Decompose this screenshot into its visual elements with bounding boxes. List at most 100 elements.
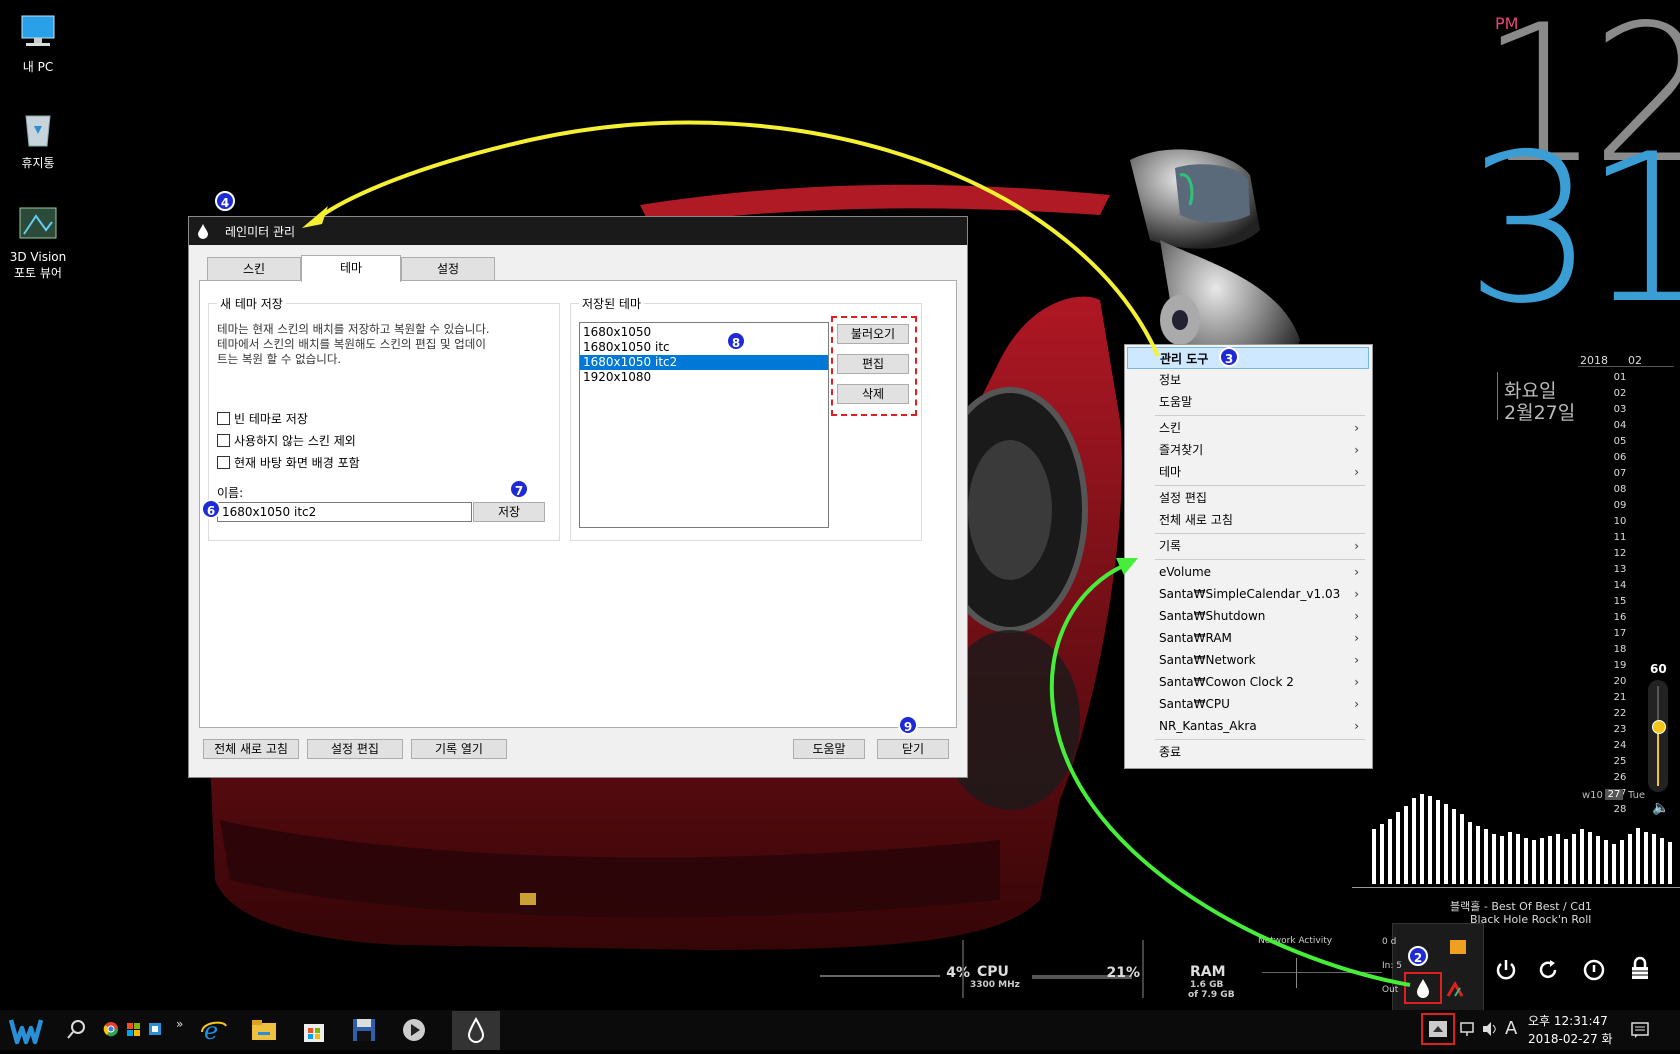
more-icon[interactable]: »	[176, 1014, 188, 1046]
calendar-day: 19	[1613, 660, 1627, 671]
calendar-today-name: Tue	[1628, 790, 1646, 801]
tab-themes[interactable]: 테마	[301, 255, 401, 282]
speaker-icon[interactable]: 🔈	[1652, 800, 1669, 816]
power-icon[interactable]	[1494, 958, 1518, 982]
restart-icon[interactable]	[1536, 958, 1560, 982]
checkbox-label: 현재 바탕 화면 배경 포함	[234, 456, 360, 470]
menu-separator	[1155, 485, 1365, 486]
tray-app-icon[interactable]	[1446, 980, 1464, 1002]
desktop-icon-label-line2: 포토 뷰어	[14, 266, 62, 280]
menu-item-favorites[interactable]: 즐겨찾기 ›	[1127, 439, 1369, 461]
settings-app-icon[interactable]	[124, 1014, 142, 1046]
file-explorer-icon[interactable]	[248, 1014, 280, 1046]
lock-icon[interactable]	[1628, 956, 1652, 982]
open-log-button[interactable]: 기록 열기	[411, 739, 507, 759]
visualizer-bar	[1588, 832, 1592, 884]
visualizer-bar	[1572, 834, 1576, 884]
menu-item-ram[interactable]: Santa₩RAM ›	[1127, 627, 1369, 649]
visualizer-bar	[1540, 838, 1544, 884]
desktop-icon-label: 내 PC	[22, 60, 54, 74]
menu-item-log[interactable]: 기록 ›	[1127, 535, 1369, 557]
calendar-day: 14	[1613, 580, 1627, 591]
menu-item-network[interactable]: Santa₩Network ›	[1127, 649, 1369, 671]
tray-rainmeter-icon[interactable]	[1404, 972, 1442, 1004]
volume-slider[interactable]	[1648, 680, 1668, 792]
network-app-icon[interactable]	[146, 1014, 164, 1046]
menu-item-simplecalendar[interactable]: Santa₩SimpleCalendar_v1.03 ›	[1127, 583, 1369, 605]
taskbar-time[interactable]: 오후 12:31:47	[1528, 1012, 1608, 1029]
desktop-icon-recycle-bin[interactable]: 휴지통	[0, 106, 78, 171]
tray-flyout-label: Out	[1382, 985, 1399, 995]
search-icon[interactable]	[64, 1014, 88, 1046]
menu-item-skins[interactable]: 스킨 ›	[1127, 417, 1369, 439]
visualizer-bar	[1452, 809, 1456, 884]
menu-item-shutdown[interactable]: Santa₩Shutdown ›	[1127, 605, 1369, 627]
visualizer-bar	[1508, 832, 1512, 884]
menu-item-cpu[interactable]: Santa₩CPU ›	[1127, 693, 1369, 715]
theme-list-item[interactable]: 1680x1050 itc	[580, 340, 828, 355]
theme-list-item[interactable]: 1680x1050	[580, 325, 828, 340]
theme-list-item-selected[interactable]: 1680x1050 itc2	[580, 355, 828, 370]
desktop-icon-3d-vision[interactable]: 3D Vision 포토 뷰어	[0, 202, 78, 281]
menu-item-evolume[interactable]: eVolume ›	[1127, 561, 1369, 583]
taskbar-date[interactable]: 2018-02-27 화	[1528, 1030, 1613, 1047]
help-button[interactable]: 도움말	[793, 739, 865, 759]
checkbox-include-wallpaper[interactable]: 현재 바탕 화면 배경 포함	[217, 454, 360, 471]
menu-item-refresh-all[interactable]: 전체 새로 고침	[1127, 509, 1369, 531]
menu-item-exit[interactable]: 종료	[1127, 741, 1369, 763]
checkbox-exclude-unused[interactable]: 사용하지 않는 스킨 제외	[217, 432, 356, 449]
chevron-right-icon: ›	[1354, 587, 1359, 601]
menu-item-kantas-akra[interactable]: NR_Kantas_Akra ›	[1127, 715, 1369, 737]
calendar-day: 12	[1613, 548, 1627, 559]
theme-name-input[interactable]	[217, 502, 472, 522]
ime-indicator[interactable]: A	[1505, 1018, 1517, 1039]
window-titlebar[interactable]: 레인미터 관리	[189, 217, 967, 245]
menu-item-themes[interactable]: 테마 ›	[1127, 461, 1369, 483]
saved-themes-list[interactable]: 1680x1050 1680x1050 itc 1680x1050 itc2 1…	[579, 322, 829, 528]
chrome-icon[interactable]	[102, 1014, 120, 1046]
visualizer-bar	[1444, 804, 1448, 884]
windows-logo-icon[interactable]	[8, 1014, 44, 1046]
tray-media-icon[interactable]	[1450, 940, 1466, 954]
checkbox-box[interactable]	[217, 456, 230, 469]
button-label: 닫기	[901, 742, 925, 756]
tab-skins[interactable]: 스킨	[207, 257, 301, 281]
store-icon[interactable]	[298, 1014, 330, 1046]
close-button[interactable]: 닫기	[877, 739, 949, 759]
save-button[interactable]: 저장	[473, 502, 545, 522]
logoff-icon[interactable]	[1582, 958, 1606, 982]
menu-item-cowon-clock[interactable]: Santa₩Cowon Clock 2 ›	[1127, 671, 1369, 693]
checkbox-box[interactable]	[217, 412, 230, 425]
edit-settings-button[interactable]: 설정 편집	[307, 739, 403, 759]
save-disk-icon[interactable]	[348, 1014, 380, 1046]
calendar-day: 22	[1613, 708, 1627, 719]
volume-tray-icon[interactable]	[1481, 1020, 1499, 1042]
menu-separator	[1155, 559, 1365, 560]
notification-center-icon[interactable]	[1630, 1020, 1650, 1044]
edit-button[interactable]: 편집	[837, 354, 909, 374]
media-player-icon[interactable]	[398, 1014, 430, 1046]
calendar-day: 23	[1613, 724, 1627, 735]
network-tray-icon[interactable]	[1459, 1020, 1477, 1042]
volume-knob[interactable]	[1652, 720, 1666, 734]
checkbox-box[interactable]	[217, 434, 230, 447]
delete-button[interactable]: 삭제	[837, 384, 909, 404]
menu-item-help[interactable]: 도움말	[1127, 391, 1369, 413]
tab-settings[interactable]: 설정	[401, 257, 495, 281]
load-button[interactable]: 불러오기	[837, 324, 909, 344]
tray-flyout-label: 0 d	[1382, 937, 1397, 947]
menu-item-manage[interactable]: 관리 도구	[1127, 347, 1369, 369]
internet-explorer-icon[interactable]: e	[198, 1014, 230, 1046]
desktop-icon-this-pc[interactable]: 내 PC	[0, 10, 78, 75]
calendar-day: 04	[1613, 420, 1627, 431]
rainmeter-taskbar-icon[interactable]	[452, 1011, 500, 1050]
chevron-right-icon: ›	[1354, 719, 1359, 733]
tray-overflow-button[interactable]	[1421, 1013, 1455, 1045]
refresh-all-button[interactable]: 전체 새로 고침	[203, 739, 299, 759]
calendar-widget: 2018 02	[1578, 352, 1674, 367]
checkbox-empty-theme[interactable]: 빈 테마로 저장	[217, 410, 308, 427]
menu-item-about[interactable]: 정보	[1127, 369, 1369, 391]
computer-icon	[16, 10, 60, 54]
theme-list-item[interactable]: 1920x1080	[580, 370, 828, 385]
menu-item-edit-settings[interactable]: 설정 편집	[1127, 487, 1369, 509]
